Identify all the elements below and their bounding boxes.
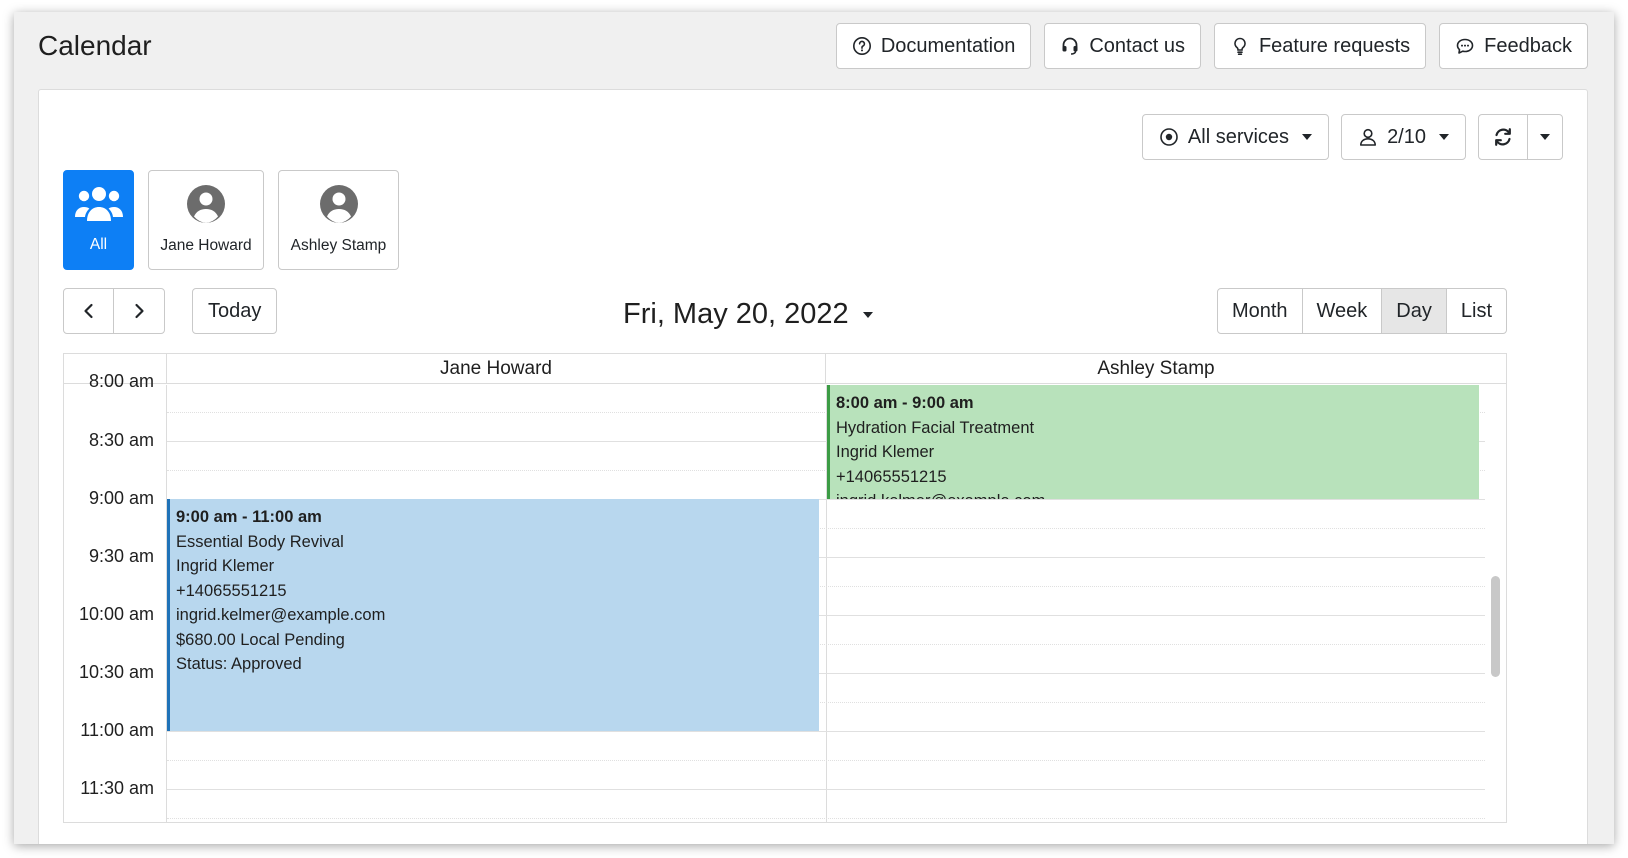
appointment-payment: $680.00 Local Pending — [176, 630, 345, 649]
time-label: 11:30 am — [80, 778, 154, 798]
half-hour-line — [167, 760, 1485, 761]
time-grid-scrollbar[interactable] — [1491, 576, 1500, 677]
time-grid[interactable]: 8:00 am 8:30 am 9:00 am 9:30 am 10:00 am… — [64, 371, 1506, 822]
hour-line — [167, 731, 1485, 732]
date-picker-toggle[interactable]: Fri, May 20, 2022 — [623, 298, 873, 331]
staff-tile-ashley-stamp[interactable]: Ashley Stamp — [278, 170, 399, 270]
page-title: Calendar — [38, 30, 152, 61]
feature-requests-button[interactable]: Feature requests — [1213, 23, 1427, 69]
time-label: 10:00 am — [78, 604, 154, 624]
lightbulb-icon — [1234, 37, 1246, 55]
appointment-phone: +14065551215 — [836, 467, 947, 486]
appointment-hydration-facial[interactable]: 8:00 am - 9:00 am Hydration Facial Treat… — [827, 385, 1479, 499]
contact-us-button[interactable]: Contact us — [1044, 23, 1201, 69]
appointment-email: ingrid.kelmer@example.com — [176, 606, 386, 624]
staff-tile-all[interactable]: All — [63, 170, 134, 270]
feedback-label: Feedback — [1484, 34, 1572, 57]
feature-requests-label: Feature requests — [1258, 34, 1411, 57]
today-button[interactable]: Today — [192, 288, 278, 334]
user-circle-icon — [319, 185, 358, 223]
hour-line — [167, 789, 1485, 790]
app-window: Calendar Documentation Contact us Featur… — [14, 12, 1614, 844]
contact-us-label: Contact us — [1089, 34, 1185, 57]
staff-selector: All Jane Howard Ashley Stamp — [63, 170, 399, 270]
resource-header-ashley-stamp: Ashley Stamp — [1097, 357, 1215, 379]
documentation-label: Documentation — [880, 34, 1016, 57]
caret-down-icon — [1439, 134, 1449, 140]
filter-bar: All services 2/10 — [1141, 114, 1563, 160]
time-label: 10:30 am — [78, 662, 154, 682]
refresh-button-group — [1478, 114, 1563, 160]
appointment-essential-body-revival[interactable]: 9:00 am - 11:00 am Essential Body Reviva… — [167, 499, 819, 731]
current-date-title: Fri, May 20, 2022 — [623, 298, 849, 330]
appointment-phone: +14065551215 — [176, 581, 287, 600]
time-label: 9:00 am — [88, 488, 154, 508]
next-day-button[interactable] — [114, 289, 164, 333]
appointment-client: Ingrid Klemer — [836, 443, 935, 461]
appointment-time: 8:00 am - 9:00 am — [836, 394, 974, 412]
feedback-button[interactable]: Feedback — [1439, 23, 1588, 69]
view-month-button[interactable]: Month — [1218, 289, 1302, 333]
time-label: 11:00 am — [80, 720, 154, 740]
chat-icon — [1456, 38, 1474, 54]
day-calendar-grid: Jane Howard Ashley Stamp 8:00 am 8:30 am… — [63, 353, 1507, 823]
refresh-button[interactable] — [1479, 115, 1528, 159]
resource-header-jane-howard: Jane Howard — [167, 354, 826, 383]
caret-down-icon — [1540, 134, 1550, 140]
question-circle-icon — [852, 37, 871, 55]
staff-tile-ashley-stamp-label: Ashley Stamp — [290, 237, 387, 254]
view-week-button[interactable]: Week — [1301, 289, 1382, 333]
chevron-left-icon — [83, 303, 93, 319]
half-hour-line — [167, 818, 1485, 819]
date-navigation — [63, 288, 165, 334]
staff-count-label: 2/10 — [1387, 125, 1426, 148]
calendar-toolbar: Today Fri, May 20, 2022 Month Week Day L… — [63, 288, 1507, 334]
group-icon — [74, 187, 123, 221]
time-label: 8:30 am — [88, 430, 154, 450]
refresh-options-toggle[interactable] — [1528, 115, 1562, 159]
staff-filter-dropdown[interactable]: 2/10 — [1341, 114, 1466, 160]
chevron-right-icon — [135, 303, 144, 319]
staff-tile-all-label: All — [89, 236, 108, 253]
resource-header-row: Jane Howard Ashley Stamp — [64, 354, 1506, 384]
calendar-card: All services 2/10 All Jane Howard Ashley… — [38, 89, 1588, 844]
appointment-client: Ingrid Klemer — [176, 557, 275, 575]
headset-icon — [1062, 37, 1078, 55]
prev-day-button[interactable] — [64, 289, 114, 333]
documentation-button[interactable]: Documentation — [835, 23, 1032, 69]
caret-down-icon — [862, 311, 873, 318]
radio-target-icon — [1160, 128, 1178, 146]
appointment-status: Status: Approved — [176, 655, 302, 673]
user-circle-icon — [187, 185, 225, 223]
view-day-button[interactable]: Day — [1381, 289, 1446, 333]
appointment-time: 9:00 am - 11:00 am — [176, 508, 322, 526]
person-icon — [1360, 128, 1377, 146]
refresh-icon — [1495, 128, 1511, 146]
time-label: 8:00 am — [88, 371, 154, 391]
services-filter-label: All services — [1187, 125, 1290, 148]
top-actions: Documentation Contact us Feature request… — [835, 23, 1588, 69]
caret-down-icon — [1302, 134, 1313, 140]
staff-tile-jane-howard-label: Jane Howard — [160, 237, 252, 254]
appointment-service: Hydration Facial Treatment — [836, 418, 1035, 437]
staff-tile-jane-howard[interactable]: Jane Howard — [148, 170, 264, 270]
appointment-service: Essential Body Revival — [176, 532, 344, 551]
view-list-button[interactable]: List — [1445, 289, 1506, 333]
time-label: 9:30 am — [88, 546, 154, 566]
appointment-email: ingrid.kelmer@example.com — [836, 489, 1473, 499]
services-filter-dropdown[interactable]: All services — [1141, 114, 1330, 160]
view-switcher: Month Week Day List — [1216, 288, 1507, 334]
